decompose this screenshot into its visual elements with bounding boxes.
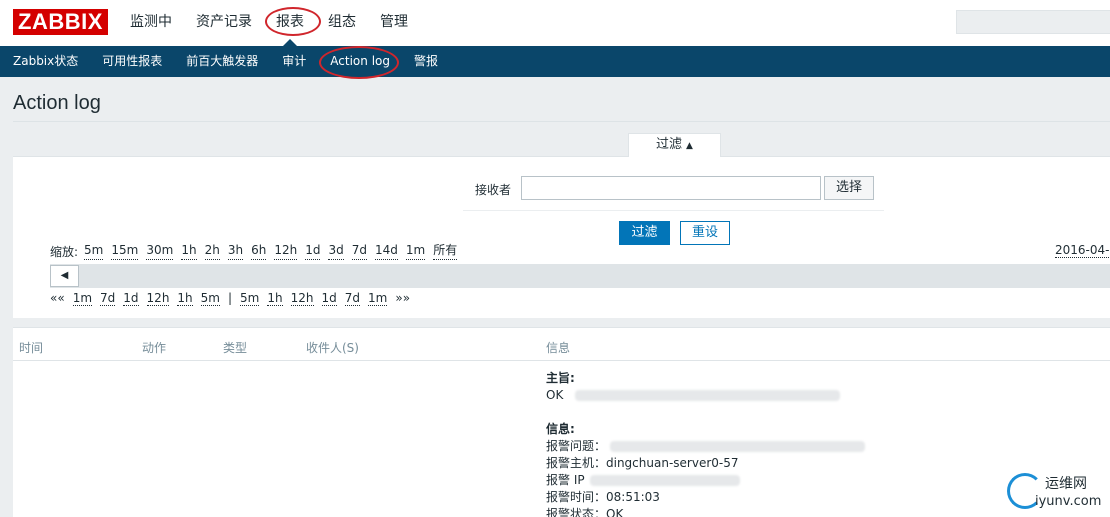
submenu-availability-report[interactable]: 可用性报表 (90, 46, 174, 77)
watermark-text: 运维网 (1045, 476, 1087, 492)
nav-back-12h[interactable]: 12h (146, 291, 170, 306)
zoom-1h[interactable]: 1h (181, 243, 197, 260)
filter-tab[interactable]: 过滤 ▲ (628, 133, 721, 157)
zoom-12h[interactable]: 12h (274, 243, 298, 260)
zoom-15m[interactable]: 15m (111, 243, 139, 260)
watermark-logo: 运维网 iyunv.com (1005, 470, 1110, 517)
nav-fwd-1h[interactable]: 1h (267, 291, 283, 306)
recipient-label: 接收者 (475, 183, 512, 197)
sub-menu: Zabbix状态 可用性报表 前百大触发器 审计 Action log 警报 (0, 46, 1110, 77)
nav-fwd-1m[interactable]: 1m (368, 291, 388, 306)
nav-fwd-1d[interactable]: 1d (321, 291, 337, 306)
message-line-host: 报警主机：dingchuan-server0-57 (546, 456, 739, 470)
nav-separator: | (228, 291, 233, 305)
message-info-label: 信息: (546, 422, 575, 436)
nav-fwd-7d[interactable]: 7d (344, 291, 361, 306)
page-title: Action log (13, 92, 101, 114)
submenu-zabbix-status[interactable]: Zabbix状态 (0, 46, 90, 77)
divider (13, 121, 1110, 122)
message-line-ip: 报警 IP (546, 473, 585, 487)
filter-reset-button[interactable]: 重设 (680, 221, 730, 245)
top-bar: ZABBIX 监测中 资产记录 报表 组态 管理 (0, 0, 1110, 46)
watermark-url: iyunv.com (1035, 494, 1102, 509)
timeline-date[interactable]: 2016-04-0 (1055, 243, 1110, 258)
nav-fwd-12h[interactable]: 12h (290, 291, 314, 306)
zoom-5m[interactable]: 5m (84, 243, 104, 260)
nav-back-1m[interactable]: 1m (72, 291, 93, 306)
nav-back-1h[interactable]: 1h (177, 291, 193, 306)
zoom-30m[interactable]: 30m (146, 243, 174, 260)
redacted-text (590, 475, 740, 486)
nav-back-7d[interactable]: 7d (100, 291, 116, 306)
zoom-label: 缩放: (50, 245, 79, 259)
menu-configuration[interactable]: 组态 (316, 0, 368, 46)
zoom-1m[interactable]: 1m (405, 243, 426, 260)
caret-up-icon: ▲ (686, 141, 693, 151)
col-header-action[interactable]: 动作 (142, 339, 166, 356)
redacted-text (575, 390, 840, 401)
nav-back-5m[interactable]: 5m (200, 291, 220, 306)
message-line-time: 报警时间：08:51:03 (546, 490, 660, 504)
search-input[interactable] (956, 10, 1110, 34)
zoom-2h[interactable]: 2h (204, 243, 220, 260)
zoom-row: 缩放: 5m 15m 30m 1h 2h 3h 6h 12h 1d 3d 7d … (50, 243, 465, 260)
recipient-input[interactable] (521, 176, 821, 200)
message-subject-label: 主旨: (546, 371, 575, 385)
select-button[interactable]: 选择 (824, 176, 874, 200)
nav-fwd-symbol: »» (395, 291, 411, 305)
nav-fwd-5m[interactable]: 5m (240, 291, 260, 306)
menu-inventory[interactable]: 资产记录 (184, 0, 264, 46)
message-line-status: 报警状态：OK (546, 507, 624, 517)
menu-monitoring[interactable]: 监测中 (118, 0, 184, 46)
timeline-scrollbar[interactable] (50, 264, 1110, 288)
period-nav-row: «« 1m 7d 1d 12h 1h 5m | 5m 1h 12h 1d 7d … (50, 291, 418, 306)
nav-back-symbol: «« (50, 291, 65, 305)
filter-apply-button[interactable]: 过滤 (619, 221, 670, 245)
zoom-14d[interactable]: 14d (374, 243, 398, 260)
col-header-message[interactable]: 信息 (546, 339, 570, 356)
arrow-left-icon: ◀ (60, 270, 69, 281)
redacted-text (610, 441, 865, 452)
menu-administration[interactable]: 管理 (368, 0, 420, 46)
submenu-alerts[interactable]: 警报 (402, 46, 450, 77)
zoom-3h[interactable]: 3h (227, 243, 244, 260)
filter-tab-label: 过滤 (656, 137, 683, 152)
col-header-time[interactable]: 时间 (19, 339, 43, 356)
zabbix-logo[interactable]: ZABBIX (13, 9, 108, 35)
zoom-1d[interactable]: 1d (305, 243, 321, 260)
submenu-action-log[interactable]: Action log (318, 46, 402, 77)
nav-back-1d[interactable]: 1d (123, 291, 139, 306)
submenu-audit[interactable]: 审计 (270, 46, 318, 77)
divider (13, 360, 1110, 361)
scroll-left-button[interactable]: ◀ (50, 265, 79, 287)
message-subject-value: OK (546, 388, 564, 402)
message-line-problem: 报警问题： (546, 439, 607, 453)
zoom-6h[interactable]: 6h (251, 243, 267, 260)
zoom-all[interactable]: 所有 (433, 243, 458, 260)
main-menu: 监测中 资产记录 报表 组态 管理 (118, 0, 420, 46)
submenu-top-triggers[interactable]: 前百大触发器 (174, 46, 270, 77)
col-header-recipients[interactable]: 收件人(S) (306, 339, 359, 356)
zoom-3d[interactable]: 3d (328, 243, 344, 260)
menu-reports[interactable]: 报表 (264, 0, 316, 46)
col-header-type[interactable]: 类型 (223, 339, 247, 356)
zoom-7d[interactable]: 7d (351, 243, 367, 260)
divider (463, 210, 884, 211)
